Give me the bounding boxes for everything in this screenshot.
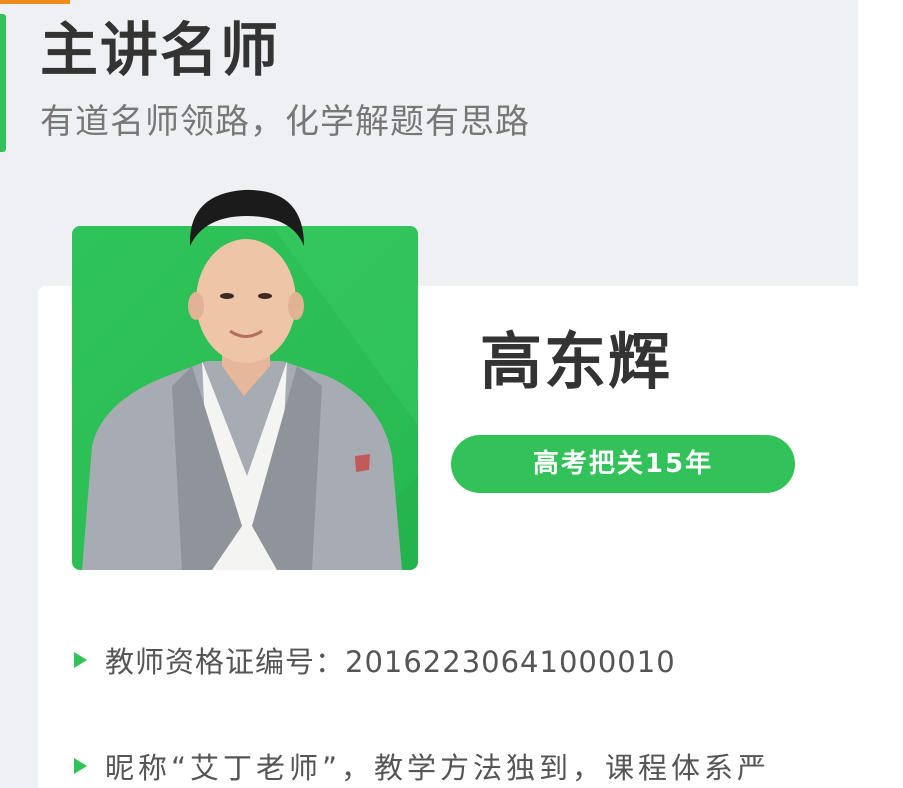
teacher-name: 高东辉 bbox=[480, 325, 673, 398]
top-accent-bar bbox=[0, 0, 70, 4]
teacher-photo bbox=[72, 226, 418, 570]
green-triangle-icon bbox=[74, 758, 87, 774]
green-triangle-icon bbox=[74, 652, 87, 668]
info-item-nickname: 昵称“艾丁老师”，教学方法独到，课程体系严 bbox=[74, 746, 770, 786]
section-subtitle: 有道名师领路，化学解题有思路 bbox=[40, 102, 530, 142]
info-item-text: 昵称“艾丁老师”，教学方法独到，课程体系严 bbox=[105, 751, 771, 785]
right-margin bbox=[858, 0, 903, 788]
section-marker-bar bbox=[0, 14, 6, 152]
section-title: 主讲名师 bbox=[40, 16, 281, 84]
info-item-certificate: 教师资格证编号：20162230641000010 bbox=[74, 640, 676, 680]
experience-badge: 高考把关15年 bbox=[451, 435, 795, 493]
info-item-text: 教师资格证编号：20162230641000010 bbox=[105, 645, 676, 679]
teacher-portrait-illustration bbox=[82, 226, 418, 570]
teacher-hair bbox=[189, 189, 304, 246]
